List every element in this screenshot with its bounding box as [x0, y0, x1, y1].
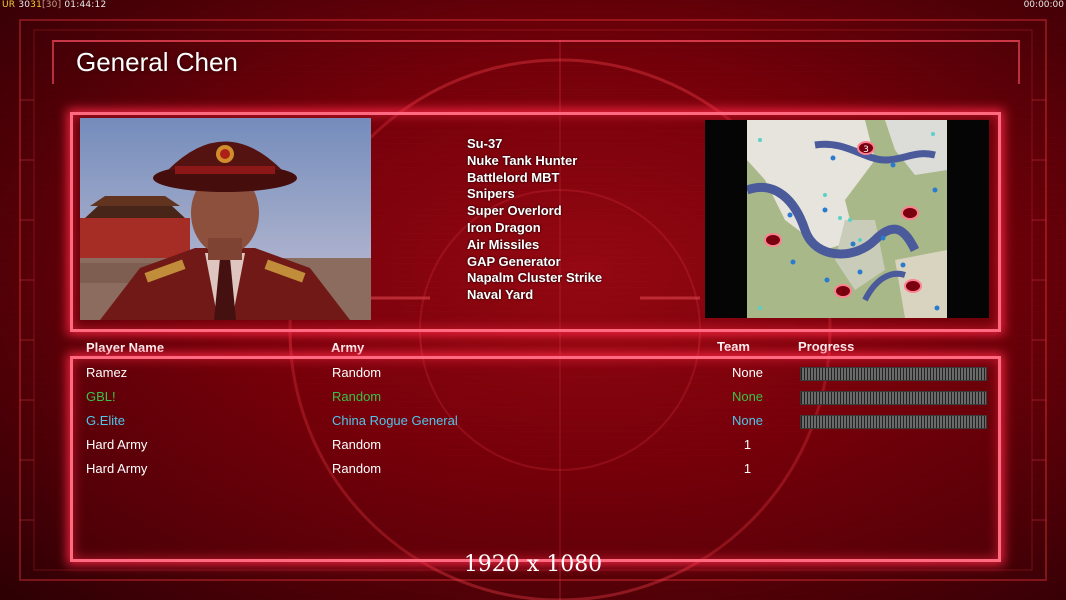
unit-item: Naval Yard: [467, 287, 534, 303]
unit-item: Air Missiles: [467, 236, 540, 252]
player-row: GBL! Random None: [80, 385, 990, 409]
column-army: Army: [331, 340, 365, 355]
player-army: Random: [332, 365, 382, 380]
player-progress-bar: [800, 415, 987, 429]
hud-fps-c: [30]: [42, 0, 62, 10]
general-unit-list: Su-37 Nuke Tank Hunter Battlelord MBT Sn…: [467, 136, 602, 304]
unit-item: Napalm Cluster Strike: [467, 270, 603, 286]
player-name: Hard Army: [86, 437, 148, 452]
hud-prefix: UR: [2, 0, 16, 10]
unit-item: Iron Dragon: [467, 219, 541, 235]
player-row: Hard Army Random 1: [80, 433, 990, 457]
player-army: Random: [332, 437, 382, 452]
hud-fps-a: 30: [18, 0, 31, 10]
player-name: GBL!: [86, 389, 116, 404]
game-timer: 00:00:00: [1023, 0, 1064, 10]
player-progress-bar: [800, 391, 987, 405]
player-team: 1: [743, 461, 752, 476]
player-row: G.Elite China Rogue General None: [80, 409, 990, 433]
column-player-name: Player Name: [86, 340, 165, 355]
player-team: None: [731, 413, 764, 428]
unit-item: Super Overlord: [467, 203, 562, 219]
player-team: None: [731, 365, 764, 380]
player-name: Hard Army: [86, 461, 148, 476]
general-name: General Chen: [76, 47, 238, 77]
column-team: Team: [717, 339, 750, 354]
unit-item: Snipers: [467, 186, 515, 202]
player-row: Hard Army Random 1: [80, 457, 990, 481]
unit-item: Nuke Tank Hunter: [467, 152, 578, 168]
column-progress: Progress: [798, 339, 855, 354]
map-start-marker-label: 3: [863, 145, 869, 155]
player-name: Ramez: [86, 365, 128, 380]
hud-fps-b: 31: [30, 0, 43, 10]
player-army: Random: [332, 461, 382, 476]
general-portrait: [80, 118, 371, 320]
player-army: Random: [332, 389, 382, 404]
player-team: 1: [743, 437, 752, 452]
fps-counter: UR 3031[30] 01:44:12: [2, 0, 106, 10]
player-army: China Rogue General: [332, 413, 458, 428]
map-preview: 3: [705, 120, 989, 318]
unit-item: Battlelord MBT: [467, 169, 560, 185]
player-row: Ramez Random None: [80, 361, 990, 385]
player-team: None: [731, 389, 764, 404]
unit-item: GAP Generator: [467, 253, 561, 269]
resolution-label: 1920 x 1080: [463, 552, 603, 577]
hud-clock: 01:44:12: [64, 0, 107, 10]
player-name: G.Elite: [86, 413, 126, 428]
unit-item: Su-37: [467, 136, 503, 151]
player-progress-bar: [800, 367, 987, 381]
